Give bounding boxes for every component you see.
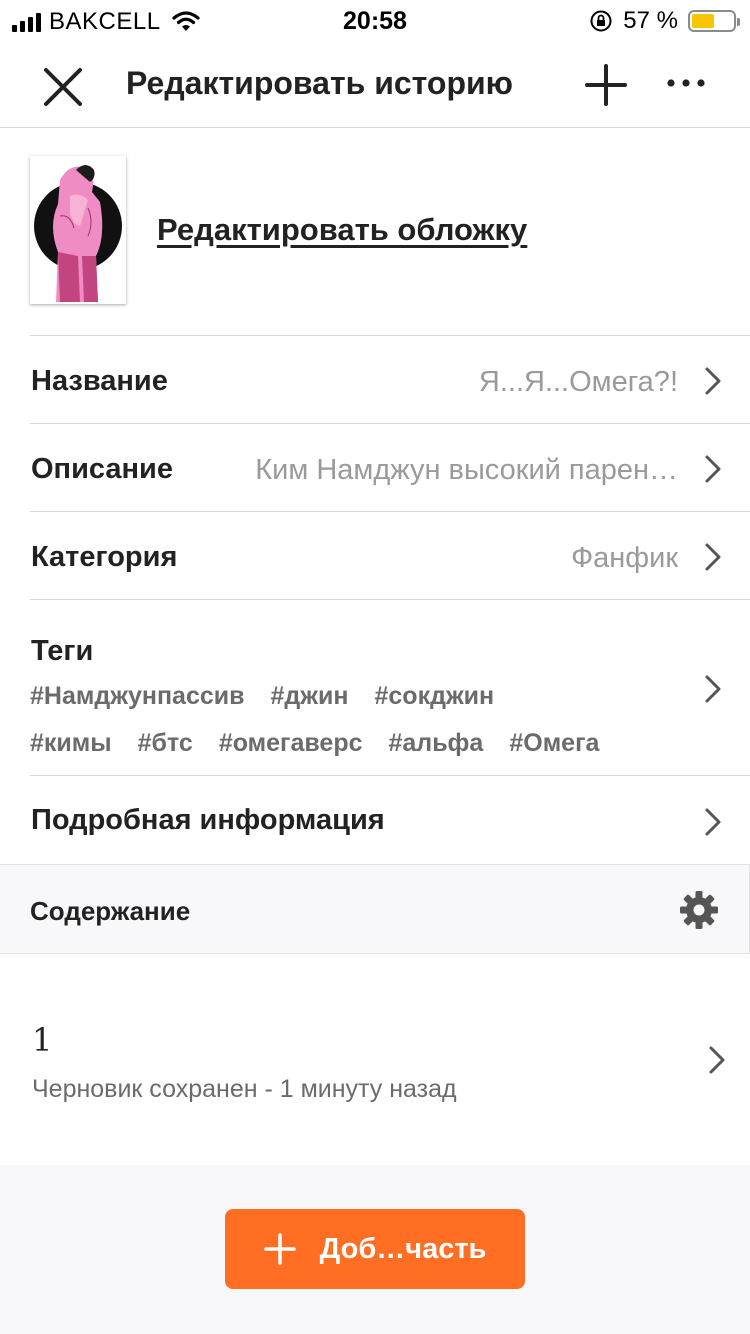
nav-bar: Редактировать историю [0, 40, 750, 128]
gear-icon[interactable] [679, 890, 719, 930]
tag: #альфа [388, 729, 484, 757]
battery-percent: 57 % [623, 7, 678, 34]
cover-section: Редактировать обложку [0, 128, 750, 335]
contents-label: Содержание [30, 896, 191, 926]
edit-cover-link[interactable]: Редактировать обложку [157, 212, 527, 248]
close-icon[interactable] [40, 64, 86, 110]
add-part-button[interactable]: Доб…часть [225, 1209, 525, 1289]
tag: #сокджин [374, 682, 495, 710]
tag: #омегаверс [218, 729, 363, 757]
description-value: Ким Намджун высокий парен… [255, 454, 678, 486]
tag: #кимы [30, 729, 112, 757]
status-bar: BAKCELL 20:58 57 % [0, 0, 750, 40]
tags-label: Теги [31, 635, 94, 667]
page-title: Редактировать историю [126, 65, 513, 101]
chevron-right-icon [705, 367, 721, 395]
category-row[interactable]: Категория Фанфик [30, 511, 750, 599]
cover-image[interactable] [30, 156, 126, 304]
more-icon[interactable] [664, 68, 708, 98]
part-title: 1 [32, 1021, 53, 1059]
details-label: Подробная информация [31, 804, 385, 836]
chevron-right-icon [705, 808, 721, 836]
battery-icon [688, 10, 740, 32]
description-label: Описание [31, 453, 173, 485]
details-row[interactable]: Подробная информация [30, 775, 750, 864]
title-label: Название [31, 365, 168, 397]
title-value: Я...Я...Омега?! [478, 366, 678, 398]
tag: #джин [270, 682, 349, 710]
tags-row[interactable]: Теги #Намджунпассив #джин #сокджин #кимы… [30, 599, 750, 775]
tag: #Омега [509, 729, 600, 757]
chevron-right-icon [705, 543, 721, 571]
title-row[interactable]: Название Я...Я...Омега?! [30, 335, 750, 423]
tag: #Намджунпассив [30, 682, 245, 710]
footer: Доб…часть [0, 1165, 750, 1334]
chevron-right-icon [709, 1046, 725, 1074]
chevron-right-icon [705, 675, 721, 703]
orientation-lock-icon [590, 10, 612, 32]
tags-list: #Намджунпассив #джин #сокджин #кимы #бтс… [30, 682, 670, 776]
add-part-label: Доб…часть [319, 1232, 487, 1265]
plus-icon [263, 1233, 296, 1265]
description-row[interactable]: Описание Ким Намджун высокий парен… [30, 423, 750, 511]
part-status: Черновик сохранен - 1 минуту назад [32, 1075, 457, 1103]
tag: #бтс [137, 729, 193, 757]
part-row[interactable]: 1 Черновик сохранен - 1 минуту назад [0, 955, 750, 1165]
plus-icon[interactable] [584, 63, 628, 107]
contents-header: Содержание [0, 864, 750, 954]
category-value: Фанфик [571, 542, 678, 574]
category-label: Категория [31, 541, 178, 573]
chevron-right-icon [705, 455, 721, 483]
